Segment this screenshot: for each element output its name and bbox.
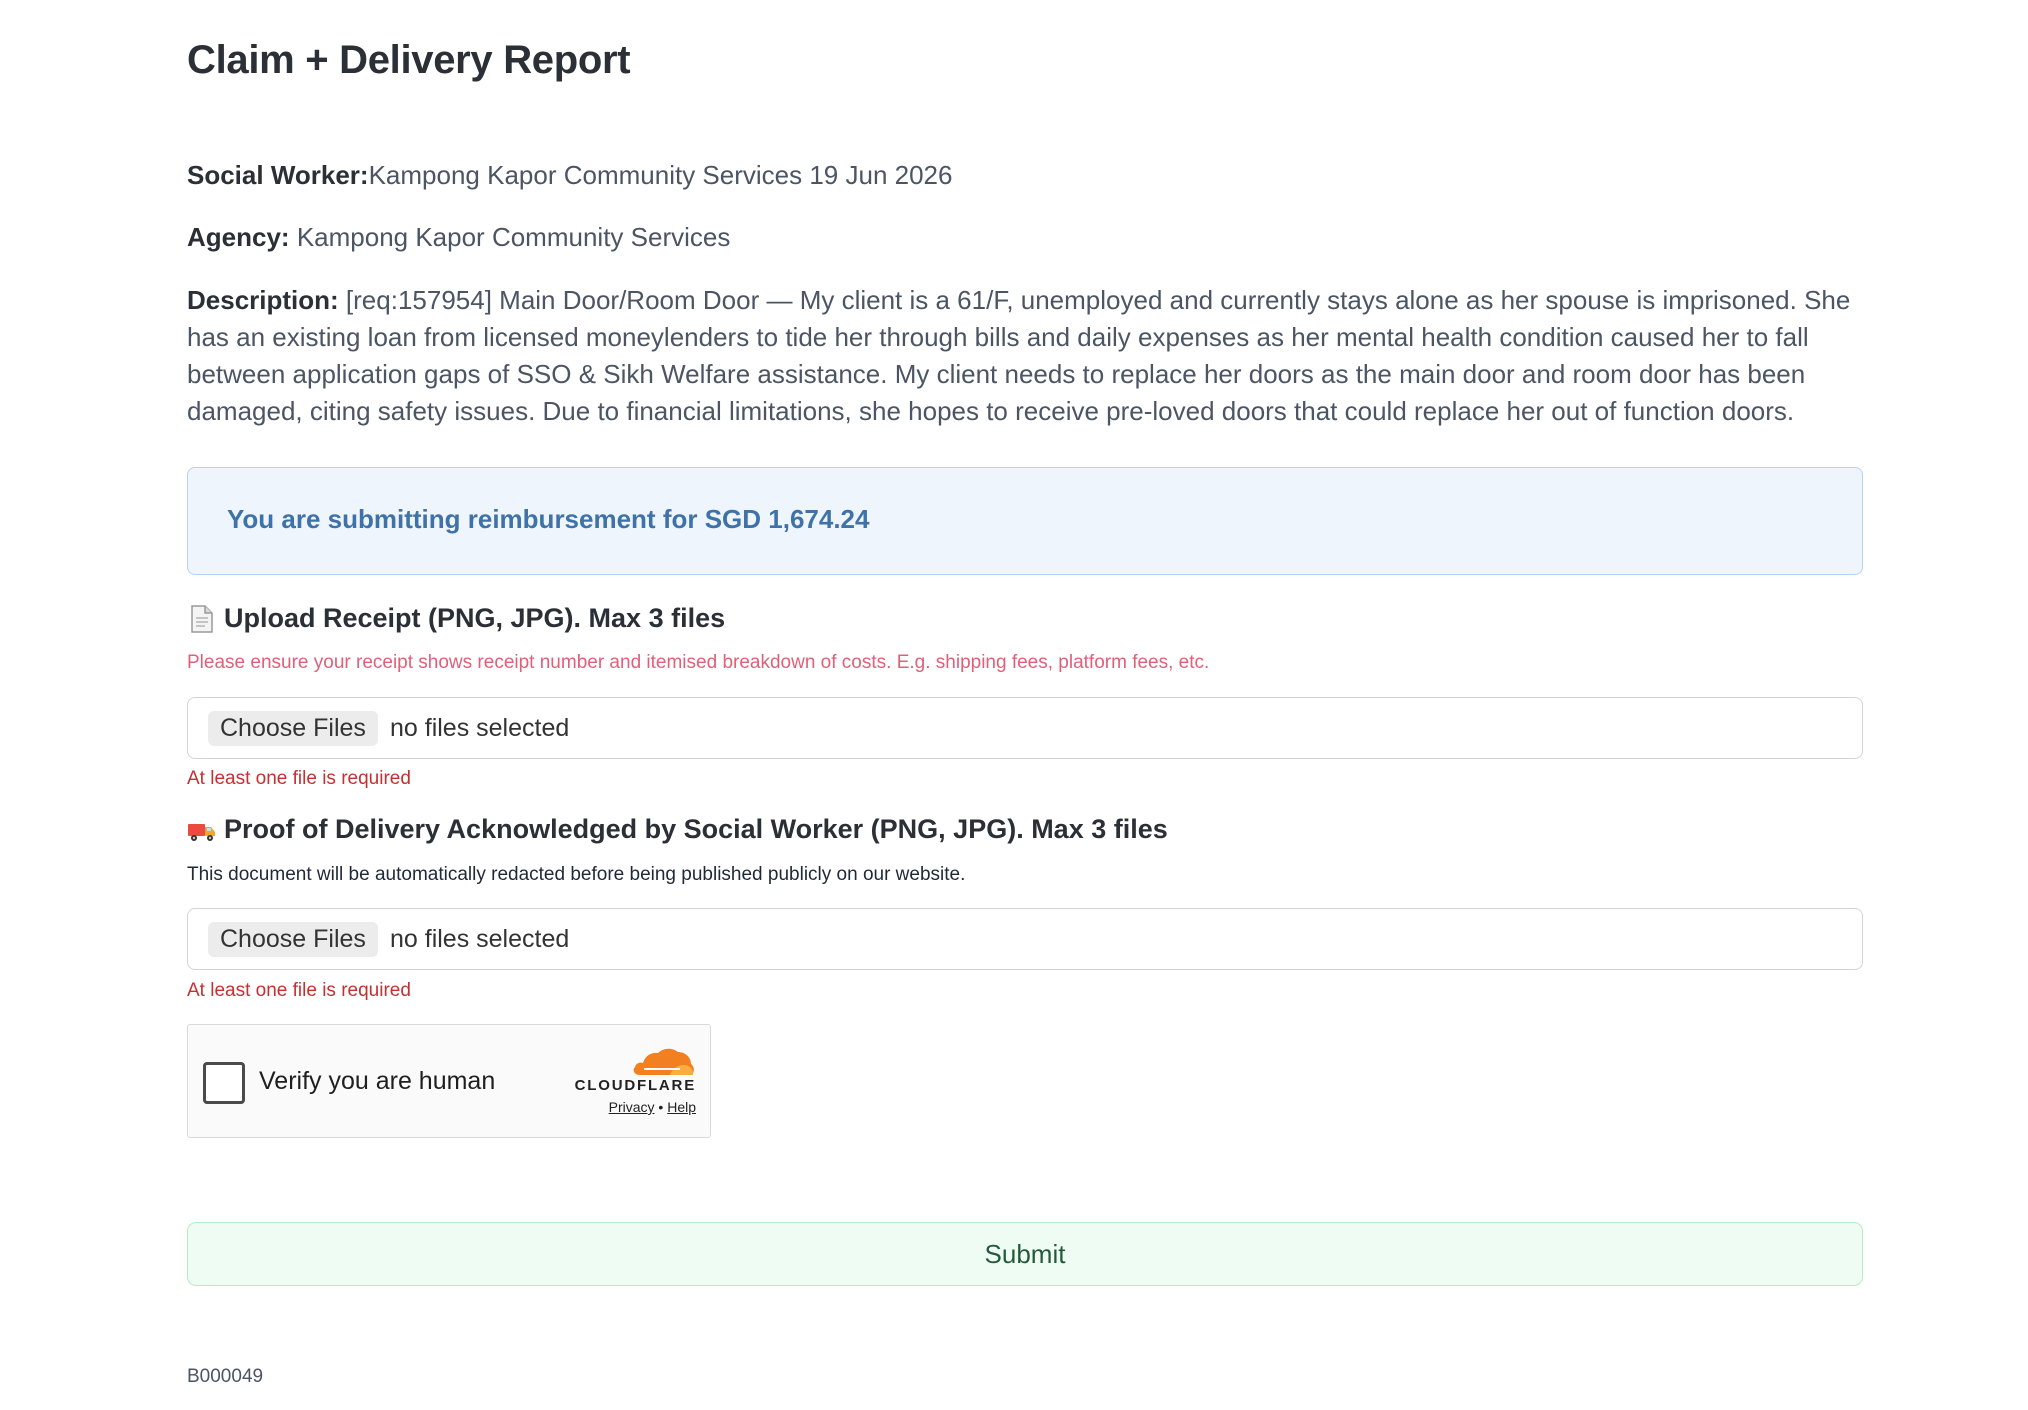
captcha-links: Privacy • Help	[609, 1099, 696, 1115]
captcha-checkbox[interactable]	[203, 1062, 245, 1104]
delivery-title-text: Proof of Delivery Acknowledged by Social…	[224, 814, 1168, 844]
delivery-choose-files-button[interactable]: Choose Files	[208, 922, 378, 957]
page-title: Claim + Delivery Report	[187, 38, 631, 82]
delivery-file-input[interactable]: Choose Files no files selected	[187, 908, 1863, 970]
delivery-file-status: no files selected	[390, 925, 570, 953]
description-value: [req:157954] Main Door/Room Door — My cl…	[187, 285, 1851, 426]
captcha-label: Verify you are human	[259, 1067, 496, 1095]
cloudflare-brand: CLOUDFLARE	[574, 1077, 696, 1094]
receipt-file-status: no files selected	[390, 714, 570, 742]
submit-button[interactable]: Submit	[187, 1222, 1863, 1286]
reimbursement-banner: You are submitting reimbursement for SGD…	[187, 467, 1863, 575]
delivery-hint: This document will be automatically reda…	[187, 864, 966, 885]
cloudflare-captcha-widget: Verify you are human CLOUDFLARE Privacy …	[187, 1024, 711, 1138]
document-icon	[187, 604, 217, 634]
delivery-section-title: Proof of Delivery Acknowledged by Social…	[187, 814, 1168, 845]
agency-label: Agency:	[187, 222, 290, 252]
delivery-truck-icon	[187, 815, 217, 845]
description-label: Description:	[187, 285, 339, 315]
social-worker-label: Social Worker:	[187, 160, 369, 190]
receipt-error: At least one file is required	[187, 768, 411, 789]
receipt-hint: Please ensure your receipt shows receipt…	[187, 652, 1210, 673]
receipt-choose-files-button[interactable]: Choose Files	[208, 711, 378, 746]
captcha-privacy-link[interactable]: Privacy	[609, 1099, 655, 1115]
receipt-section-title: Upload Receipt (PNG, JPG). Max 3 files	[187, 603, 725, 634]
captcha-link-separator: •	[658, 1099, 664, 1115]
receipt-title-text: Upload Receipt (PNG, JPG). Max 3 files	[224, 603, 726, 633]
social-worker-field: Social Worker:Kampong Kapor Community Se…	[187, 157, 1863, 194]
reference-code: B000049	[187, 1366, 264, 1387]
social-worker-value: Kampong Kapor Community Services 19 Jun …	[368, 160, 953, 190]
reimbursement-text: You are submitting reimbursement for SGD…	[227, 504, 870, 534]
receipt-file-input[interactable]: Choose Files no files selected	[187, 697, 1863, 759]
captcha-help-link[interactable]: Help	[667, 1099, 696, 1115]
agency-field: Agency: Kampong Kapor Community Services	[187, 219, 1863, 256]
delivery-error: At least one file is required	[187, 980, 411, 1001]
agency-value: Kampong Kapor Community Services	[296, 222, 731, 252]
description-field: Description: [req:157954] Main Door/Room…	[187, 282, 1863, 430]
